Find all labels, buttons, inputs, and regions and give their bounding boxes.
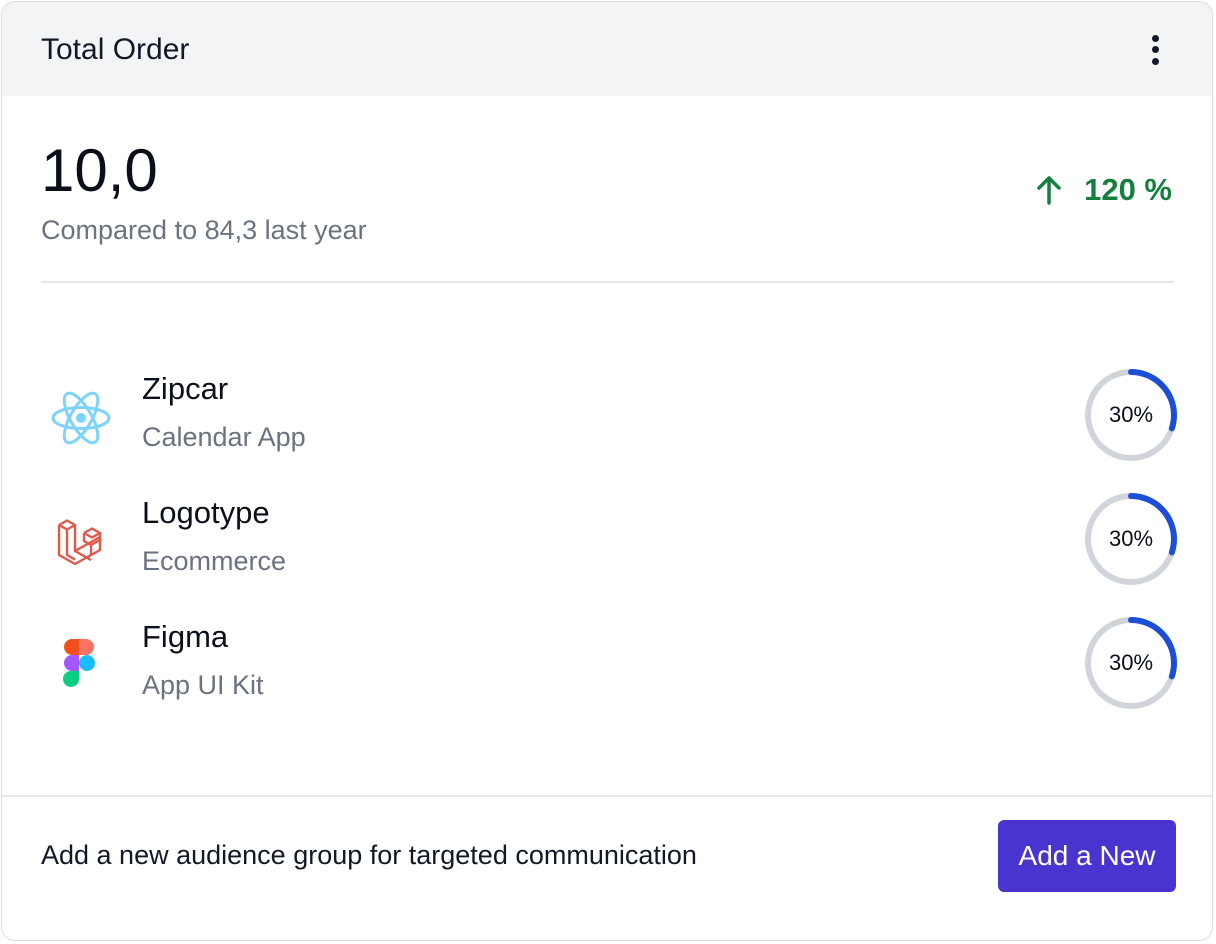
arrow-up-icon (1037, 176, 1061, 205)
progress-label: 30% (1108, 402, 1154, 427)
item-subtitle: Ecommerce (142, 546, 287, 576)
list-item[interactable]: Figma App UI Kit 30% (2, 616, 1212, 726)
item-subtitle: Calendar App (142, 422, 306, 452)
card-footer: Add a new audience group for targeted co… (2, 795, 1212, 940)
item-name: Logotype (142, 495, 270, 530)
footer-text: Add a new audience group for targeted co… (41, 840, 697, 870)
list-item[interactable]: Logotype Ecommerce 30% (2, 492, 1212, 602)
card-header: Total Order (2, 2, 1212, 96)
total-order-card: Total Order 10,0 Compared to 84,3 last y… (1, 1, 1213, 941)
total-value: 10,0 (41, 137, 158, 204)
figma-logo-icon (63, 639, 95, 687)
growth-indicator: 120 % (1036, 170, 1172, 210)
card-title: Total Order (41, 33, 190, 66)
react-logo-icon (51, 391, 111, 445)
divider (41, 281, 1174, 283)
item-name: Zipcar (142, 371, 229, 406)
progress-label: 30% (1108, 526, 1154, 551)
kebab-vertical-icon[interactable] (1142, 32, 1168, 68)
progress-label: 30% (1108, 650, 1154, 675)
item-subtitle: App UI Kit (142, 670, 264, 700)
growth-value: 120 % (1084, 172, 1172, 207)
add-new-button[interactable]: Add a New (998, 820, 1176, 892)
list-item[interactable]: Zipcar Calendar App 30% (2, 368, 1212, 478)
item-name: Figma (142, 619, 229, 654)
laravel-logo-icon (57, 519, 102, 566)
comparison-text: Compared to 84,3 last year (41, 215, 367, 245)
